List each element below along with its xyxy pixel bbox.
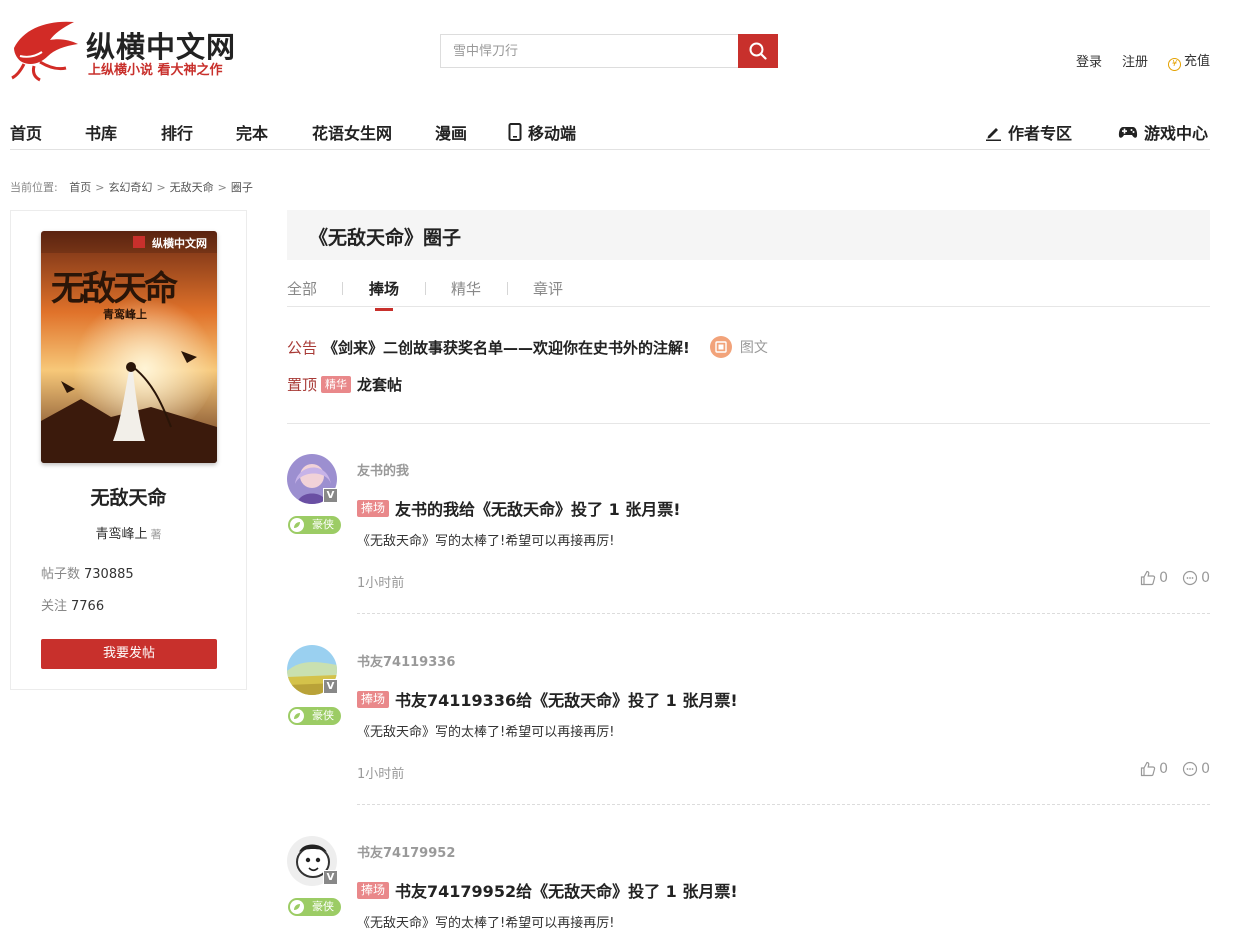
post-actions: 0 0 — [1140, 570, 1210, 586]
book-cover[interactable]: 纵横中文网 无敌天命 青鸾峰上 — [41, 231, 217, 463]
support-badge: 捧场 — [357, 499, 390, 517]
comment-button[interactable]: 0 — [1182, 761, 1210, 777]
nav-comics[interactable]: 漫画 — [435, 120, 467, 144]
search-input[interactable] — [440, 34, 738, 68]
tab-divider — [425, 282, 426, 295]
new-post-button[interactable]: 我要发帖 — [41, 639, 217, 669]
nav-library[interactable]: 书库 — [85, 120, 117, 144]
nav-game-center[interactable]: 游戏中心 — [1118, 120, 1208, 144]
support-badge: 捧场 — [357, 690, 390, 708]
register-link[interactable]: 注册 — [1122, 51, 1148, 70]
level-badge: 豪侠 — [288, 707, 341, 725]
announcement-tag: 公告 — [287, 338, 318, 357]
post-count: 帖子数 730885 — [41, 567, 134, 582]
tab-all[interactable]: 全部 — [287, 278, 317, 299]
image-text-icon — [709, 336, 732, 358]
gamepad-icon — [1118, 127, 1138, 138]
breadcrumb-category[interactable]: 玄幻奇幻 — [108, 181, 152, 194]
comment-icon — [1182, 570, 1198, 586]
search-button[interactable] — [738, 34, 778, 68]
pegasus-logo-icon — [11, 21, 78, 82]
post-title[interactable]: 捧场 书友74179952给《无敌天命》投了 1 张月票! — [357, 878, 738, 902]
breadcrumb-home[interactable]: 首页 — [69, 181, 91, 194]
cover-author: 青鸾峰上 — [103, 308, 147, 321]
thumbs-up-icon — [1141, 570, 1156, 586]
tab-support[interactable]: 捧场 — [369, 278, 399, 311]
thumbs-up-icon — [1141, 761, 1156, 777]
post-divider — [357, 613, 1210, 614]
tab-chapter-reviews[interactable]: 章评 — [533, 278, 563, 299]
login-link[interactable]: 登录 — [1076, 51, 1102, 70]
post-username[interactable]: 书友74179952 — [357, 842, 455, 861]
tab-divider — [342, 282, 343, 295]
post-username[interactable]: 书友74119336 — [357, 651, 455, 670]
book-sidebar: 纵横中文网 无敌天命 青鸾峰上 无敌天命 青鸾峰上著 帖子数 730885 关注 7… — [10, 210, 247, 690]
circle-header: 《无敌天命》圈子 — [287, 210, 1210, 260]
nav-author-zone[interactable]: 作者专区 — [985, 120, 1072, 144]
tab-divider — [507, 282, 508, 295]
search-bar — [440, 34, 778, 68]
nav-female[interactable]: 花语女生网 — [312, 120, 392, 144]
comment-icon — [1182, 761, 1198, 777]
post-item: V 豪侠 友书的我 捧场 友书的我给《无敌天命》投了 1 张月票! 《无敌天命》写… — [287, 454, 1210, 645]
announcement-link[interactable]: 《剑来》二创故事获奖名单——欢迎你在史书外的注解! — [323, 337, 690, 358]
nav-ranking[interactable]: 排行 — [161, 120, 193, 144]
support-badge: 捧场 — [357, 881, 390, 899]
breadcrumb-prefix: 当前位置: — [10, 181, 58, 194]
image-text-label: 图文 — [739, 340, 768, 356]
featured-badge: 精华 — [321, 376, 352, 393]
nav-home[interactable]: 首页 — [10, 120, 42, 144]
post-actions: 0 0 — [1140, 761, 1210, 777]
post-title[interactable]: 捧场 书友74119336给《无敌天命》投了 1 张月票! — [357, 687, 738, 711]
pinned-post: 置顶 精华 龙套帖 — [287, 374, 402, 395]
nav-mobile[interactable]: 移动端 — [508, 120, 576, 144]
verified-badge: V — [323, 679, 338, 694]
post-body: 《无敌天命》写的太棒了!希望可以再接再厉! — [357, 725, 615, 740]
mobile-icon — [508, 123, 522, 141]
leaf-icon — [290, 709, 304, 723]
post-time: 1小时前 — [357, 576, 405, 591]
verified-badge: V — [323, 870, 338, 885]
leaf-icon — [290, 900, 304, 914]
level-badge: 豪侠 — [288, 516, 341, 534]
verified-badge: V — [323, 488, 338, 503]
coin-icon: ¥ — [1167, 58, 1181, 71]
level-badge: 豪侠 — [288, 898, 341, 916]
follow-count: 关注 7766 — [41, 599, 105, 614]
nav-completed[interactable]: 完本 — [236, 120, 268, 144]
post-item: V 豪侠 书友74179952 捧场 书友74179952给《无敌天命》投了 1 … — [287, 836, 1210, 936]
post-title[interactable]: 捧场 友书的我给《无敌天命》投了 1 张月票! — [357, 496, 681, 520]
like-button[interactable]: 0 — [1140, 570, 1168, 586]
logo-slogan: 上纵横小说 看大神之作 — [88, 63, 223, 78]
site-logo[interactable]: 纵横中文网 上纵横小说 看大神之作 — [10, 18, 250, 84]
post-item: V 豪侠 书友74119336 捧场 书友74119336给《无敌天命》投了 1 … — [287, 645, 1210, 836]
cover-title: 无敌天命 — [51, 269, 178, 309]
breadcrumb-book[interactable]: 无敌天命 — [170, 181, 214, 194]
post-time: 1小时前 — [357, 767, 405, 782]
circle-tabs: 全部 捧场 精华 章评 — [287, 276, 1210, 311]
breadcrumb-circle: 圈子 — [230, 181, 253, 194]
breadcrumb: 当前位置: 首页 > 玄幻奇幻 > 无敌天命 > 圈子 — [10, 181, 253, 194]
post-body: 《无敌天命》写的太棒了!希望可以再接再厉! — [357, 916, 615, 931]
user-links: 登录 注册 ¥ 充值 — [1076, 50, 1210, 71]
cover-brand: 纵横中文网 — [152, 237, 207, 250]
tab-featured[interactable]: 精华 — [451, 278, 481, 299]
post-username[interactable]: 友书的我 — [357, 460, 409, 479]
post-body: 《无敌天命》写的太棒了!希望可以再接再厉! — [357, 534, 615, 549]
pinned-tag: 置顶 — [287, 376, 318, 394]
main-nav: 首页 书库 排行 完本 花语女生网 漫画 移动端 作者专区 游戏中心 — [10, 112, 1210, 150]
divider — [287, 423, 1210, 424]
search-icon — [749, 42, 767, 60]
recharge-link[interactable]: ¥ 充值 — [1167, 50, 1210, 71]
book-author: 青鸾峰上著 — [95, 527, 162, 542]
leaf-icon — [290, 518, 304, 532]
announcement: 公告 《剑来》二创故事获奖名单——欢迎你在史书外的注解! 图文 — [287, 336, 768, 358]
comment-button[interactable]: 0 — [1182, 570, 1210, 586]
pen-icon — [986, 127, 1001, 141]
book-name[interactable]: 无敌天命 — [11, 483, 246, 510]
circle-title: 《无敌天命》圈子 — [309, 227, 462, 249]
post-divider — [357, 804, 1210, 805]
pinned-post-link[interactable]: 龙套帖 — [357, 374, 402, 395]
like-button[interactable]: 0 — [1140, 761, 1168, 777]
